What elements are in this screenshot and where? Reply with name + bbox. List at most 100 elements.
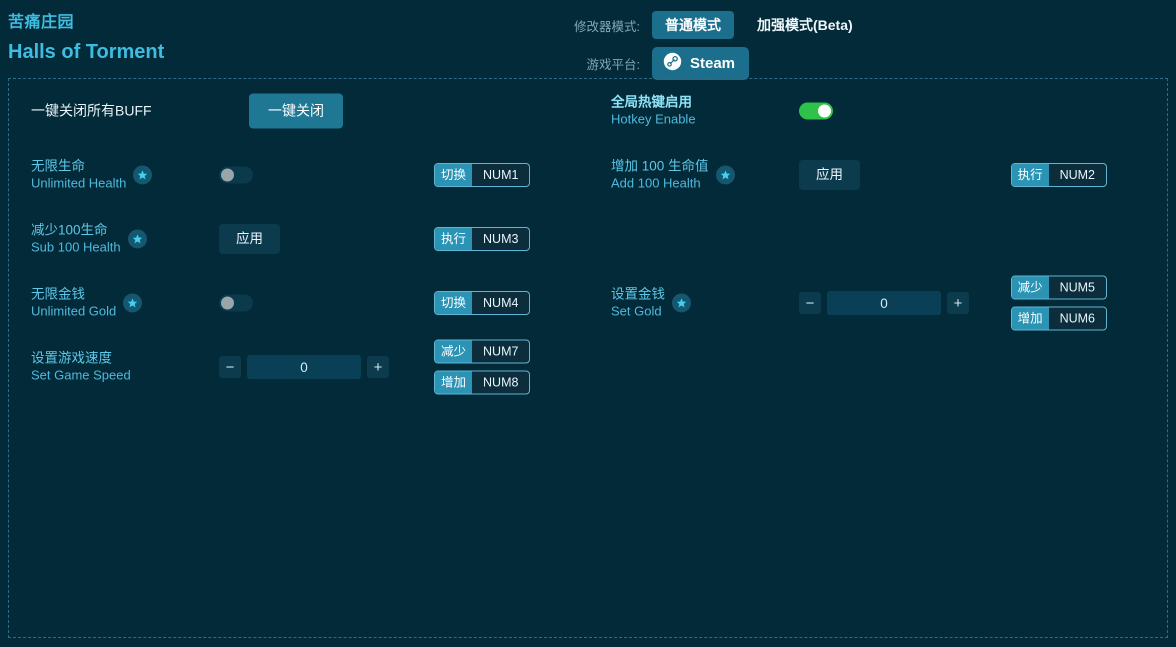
hotkey-action-label: 增加 bbox=[1012, 308, 1049, 330]
cheat-control-unlimited-health bbox=[219, 167, 253, 184]
stepper-decrement-button[interactable]: − bbox=[799, 292, 821, 314]
hotkey-action-label: 切换 bbox=[435, 292, 472, 314]
cheat-label-cn: 无限生命 bbox=[31, 158, 126, 175]
hotkey-key-label: NUM2 bbox=[1049, 164, 1106, 186]
cheat-control-sub-100-health: 应用 bbox=[219, 224, 280, 254]
hotkey-binding[interactable]: 切换NUM4 bbox=[434, 291, 530, 315]
hotkey-binding[interactable]: 切换NUM1 bbox=[434, 163, 530, 187]
cheat-control-hotkey-enable bbox=[799, 103, 833, 120]
cheat-row: 无限生命Unlimited Health 切换NUM1 bbox=[9, 143, 589, 207]
hotkey-action-label: 执行 bbox=[1012, 164, 1049, 186]
cheat-label-cn: 增加 100 生命值 bbox=[611, 158, 709, 175]
hotkeys-unlimited-gold: 切换NUM4 bbox=[434, 291, 530, 315]
toggle-knob bbox=[221, 297, 234, 310]
hotkey-key-label: NUM8 bbox=[472, 372, 529, 394]
cheat-row: 设置游戏速度Set Game Speed−0+减少NUM7增加NUM8 bbox=[9, 335, 589, 399]
favorite-star-icon[interactable] bbox=[716, 166, 735, 185]
stepper-decrement-button[interactable]: − bbox=[219, 356, 241, 378]
cheat-label-en: Unlimited Health bbox=[31, 175, 126, 191]
cheat-label-en: Set Gold bbox=[611, 303, 665, 319]
cheat-row: 设置金钱Set Gold −0 + 减少NUM5 增加NUM6 bbox=[589, 271, 1169, 335]
close-all-buffs-button[interactable]: 一键关闭 bbox=[249, 94, 343, 129]
platform-steam-button[interactable]: Steam bbox=[652, 47, 749, 80]
hotkeys-set-gold: 减少NUM5 增加NUM6 bbox=[1011, 276, 1107, 331]
apply-button-sub-100-health[interactable]: 应用 bbox=[219, 224, 280, 254]
favorite-star-icon[interactable] bbox=[133, 166, 152, 185]
hotkey-key-label: NUM4 bbox=[472, 292, 529, 314]
cheat-control-add-100-health: 应用 bbox=[799, 160, 860, 190]
hotkey-action-label: 执行 bbox=[435, 228, 472, 250]
hotkey-key-label: NUM6 bbox=[1049, 308, 1106, 330]
stepper-set-game-speed: −0 + bbox=[219, 355, 389, 379]
cheat-label-cn: 设置游戏速度 bbox=[31, 350, 131, 367]
cheat-label-unlimited-gold: 无限金钱Unlimited Gold bbox=[31, 286, 142, 319]
hotkeys-add-100-health: 执行NUM2 bbox=[1011, 163, 1107, 187]
cheat-row: 增加 100 生命值Add 100 Health 应用 执行NUM2 bbox=[589, 143, 1169, 207]
hotkey-binding[interactable]: 减少NUM7 bbox=[434, 340, 530, 364]
cheat-row bbox=[589, 207, 1169, 271]
hotkey-key-label: NUM3 bbox=[472, 228, 529, 250]
cheat-column-right: 全局热键启用Hotkey Enable 增加 100 生命值Add 100 Hea… bbox=[589, 79, 1169, 335]
cheat-label-en: Hotkey Enable bbox=[611, 111, 696, 127]
header: 苦痛庄园 Halls of Torment 修改器模式: 普通模式 加强模式(B… bbox=[0, 0, 1176, 78]
toggle-hotkey-enable[interactable] bbox=[799, 103, 833, 120]
mode-row: 修改器模式: 普通模式 加强模式(Beta) bbox=[560, 10, 1160, 40]
toggle-unlimited-gold[interactable] bbox=[219, 295, 253, 312]
hotkey-action-label: 切换 bbox=[435, 164, 472, 186]
cheat-label-en: Sub 100 Health bbox=[31, 239, 121, 255]
cheat-row: 全局热键启用Hotkey Enable bbox=[589, 79, 1169, 143]
platform-label: 游戏平台: bbox=[560, 54, 652, 73]
cheat-label-en: Unlimited Gold bbox=[31, 303, 116, 319]
hotkeys-unlimited-health: 切换NUM1 bbox=[434, 163, 530, 187]
platform-row: 游戏平台: Steam bbox=[560, 48, 1160, 78]
game-title-cn: 苦痛庄园 bbox=[8, 12, 164, 34]
favorite-star-icon[interactable] bbox=[123, 294, 142, 313]
cheat-label-unlimited-health: 无限生命Unlimited Health bbox=[31, 158, 152, 191]
cheat-row: 一键关闭所有BUFF 一键关闭 bbox=[9, 79, 589, 143]
game-title-block: 苦痛庄园 Halls of Torment bbox=[8, 12, 164, 66]
cheat-label-sub-100-health: 减少100生命Sub 100 Health bbox=[31, 222, 147, 255]
hotkey-key-label: NUM7 bbox=[472, 341, 529, 363]
hotkey-key-label: NUM1 bbox=[472, 164, 529, 186]
hotkey-binding[interactable]: 执行NUM2 bbox=[1011, 163, 1107, 187]
toggle-knob bbox=[818, 105, 831, 118]
toggle-knob bbox=[221, 169, 234, 182]
cheat-column-left: 一键关闭所有BUFF一键关闭无限生命Unlimited Health切换NUM1… bbox=[9, 79, 589, 399]
cheat-row: 减少100生命Sub 100 Health 应用 执行NUM3 bbox=[9, 207, 589, 271]
favorite-star-icon[interactable] bbox=[672, 294, 691, 313]
tab-enhanced-mode[interactable]: 加强模式(Beta) bbox=[744, 11, 866, 39]
cheat-control-set-gold: −0 + bbox=[799, 291, 969, 315]
cheat-panel: 一键关闭所有BUFF一键关闭无限生命Unlimited Health切换NUM1… bbox=[8, 78, 1168, 638]
hotkeys-sub-100-health: 执行NUM3 bbox=[434, 227, 530, 251]
platform-steam-label: Steam bbox=[690, 55, 735, 72]
header-controls: 修改器模式: 普通模式 加强模式(Beta) 游戏平台: Steam bbox=[560, 10, 1160, 86]
cheat-label-add-100-health: 增加 100 生命值Add 100 Health bbox=[611, 158, 735, 191]
hotkey-binding[interactable]: 减少NUM5 bbox=[1011, 276, 1107, 300]
cheat-control-close-all-buffs: 一键关闭 bbox=[249, 94, 343, 129]
stepper-increment-button[interactable]: + bbox=[947, 292, 969, 314]
tab-normal-mode[interactable]: 普通模式 bbox=[652, 11, 734, 39]
cheat-label-cn: 设置金钱 bbox=[611, 286, 665, 303]
hotkey-binding[interactable]: 增加NUM6 bbox=[1011, 307, 1107, 331]
cheat-label-cn: 减少100生命 bbox=[31, 222, 121, 239]
cheat-label-close-all-buffs: 一键关闭所有BUFF bbox=[31, 102, 152, 120]
favorite-star-icon[interactable] bbox=[128, 230, 147, 249]
cheat-label-cn: 全局热键启用 bbox=[611, 94, 696, 111]
hotkey-binding[interactable]: 增加NUM8 bbox=[434, 371, 530, 395]
hotkey-action-label: 增加 bbox=[435, 372, 472, 394]
stepper-value-input[interactable]: 0 bbox=[247, 355, 361, 379]
cheat-control-set-game-speed: −0 + bbox=[219, 355, 389, 379]
toggle-unlimited-health[interactable] bbox=[219, 167, 253, 184]
apply-button-add-100-health[interactable]: 应用 bbox=[799, 160, 860, 190]
cheat-label-cn: 无限金钱 bbox=[31, 286, 116, 303]
hotkey-key-label: NUM5 bbox=[1049, 277, 1106, 299]
stepper-value-input[interactable]: 0 bbox=[827, 291, 941, 315]
stepper-increment-button[interactable]: + bbox=[367, 356, 389, 378]
stepper-set-gold: −0 + bbox=[799, 291, 969, 315]
cheat-label-hotkey-enable: 全局热键启用Hotkey Enable bbox=[611, 94, 696, 127]
hotkey-action-label: 减少 bbox=[435, 341, 472, 363]
hotkey-binding[interactable]: 执行NUM3 bbox=[434, 227, 530, 251]
cheat-label-set-gold: 设置金钱Set Gold bbox=[611, 286, 691, 319]
cheat-row: 无限金钱Unlimited Gold 切换NUM4 bbox=[9, 271, 589, 335]
cheat-control-unlimited-gold bbox=[219, 295, 253, 312]
